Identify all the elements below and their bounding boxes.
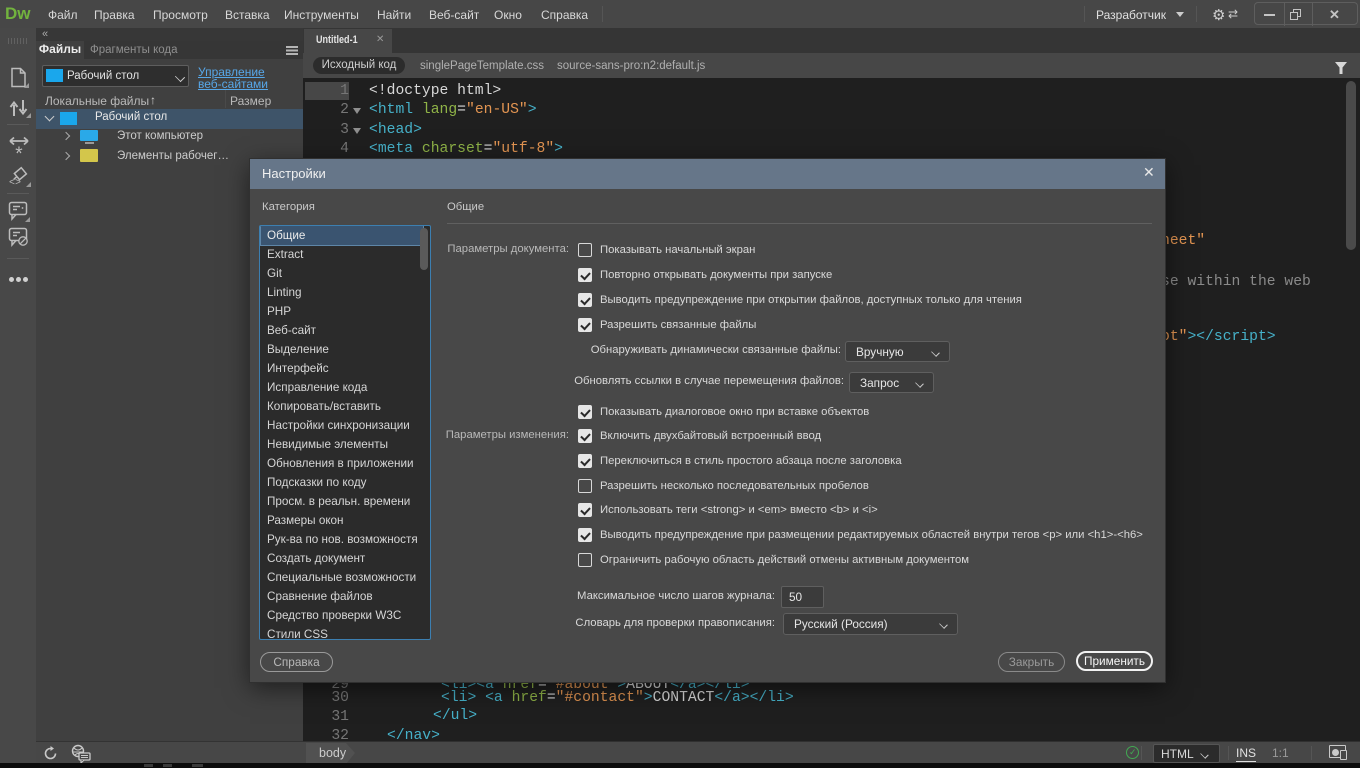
svg-text:<>: <> (9, 178, 21, 187)
svg-text:*: * (15, 144, 23, 158)
